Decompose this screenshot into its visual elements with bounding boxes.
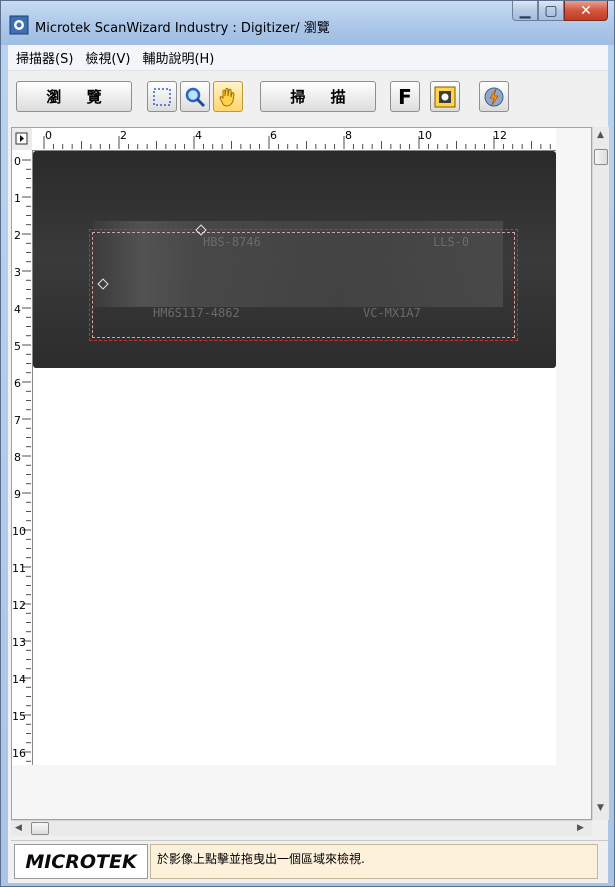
ruler-left-label: 5 (14, 340, 21, 353)
ruler-left-label: 3 (14, 266, 21, 279)
horizontal-ruler: 0 2 4 6 8 10 12 (32, 128, 561, 151)
ruler-top-label: 10 (418, 129, 432, 142)
window-title: Microtek ScanWizard Industry : Digitizer… (35, 21, 330, 36)
hand-tool-icon (219, 87, 235, 107)
hand-tool-button[interactable] (213, 81, 243, 112)
ruler-left-label: 13 (12, 636, 26, 649)
ruler-left-label: 6 (14, 377, 21, 390)
ruler-left-label: 8 (14, 451, 21, 464)
minimize-icon: ▁ (519, 2, 531, 19)
preview-area[interactable]: 0 2 4 6 8 10 12 0 1 2 3 4 5 6 7 8 9 10 1… (11, 127, 592, 820)
vertical-ruler: 0 1 2 3 4 5 6 7 8 9 10 11 12 13 14 15 16 (12, 150, 33, 771)
ruler-top-label: 0 (45, 129, 52, 142)
ruler-left-label: 15 (12, 710, 26, 723)
maximize-button[interactable]: ▢ (538, 1, 564, 21)
maximize-icon: ▢ (544, 2, 558, 19)
scroll-left-icon[interactable]: ◀ (15, 823, 22, 833)
horizontal-scrollbar[interactable]: ◀ ▶ (11, 820, 592, 836)
settings-button[interactable] (430, 81, 460, 112)
ruler-top-label: 4 (195, 129, 202, 142)
preview-label: 瀏 覽 (46, 88, 112, 106)
menu-bar: 掃描器(S) 檢視(V) 輔助說明(H) (8, 45, 608, 71)
ruler-left-label: 14 (12, 673, 26, 686)
ruler-corner[interactable] (12, 128, 32, 150)
f-label: F (398, 84, 412, 109)
minimize-button[interactable]: ▁ (512, 1, 538, 21)
horizontal-scroll-thumb[interactable] (31, 822, 49, 835)
ruler-left-label: 12 (12, 599, 26, 612)
ruler-left-label: 9 (14, 488, 21, 501)
ruler-top-label: 12 (493, 129, 507, 142)
app-window: Microtek ScanWizard Industry : Digitizer… (0, 0, 615, 887)
zoom-tool-button[interactable] (180, 81, 210, 112)
ruler-top-label: 2 (120, 129, 127, 142)
scroll-down-icon[interactable]: ▼ (597, 803, 604, 813)
microtek-logo: MICROTEK (14, 844, 148, 879)
menu-help[interactable]: 輔助說明(H) (142, 48, 214, 67)
status-bar: MICROTEK 於影像上點擊並拖曳出一個區域來檢視. (11, 840, 608, 881)
app-icon (9, 15, 29, 35)
ruler-left-label: 7 (14, 414, 21, 427)
close-icon: ✕ (580, 2, 592, 19)
ruler-top-label: 8 (345, 129, 352, 142)
scan-button[interactable]: 掃 描 (260, 81, 376, 112)
menu-view[interactable]: 檢視(V) (85, 48, 130, 67)
logo-text: MICROTEK (25, 850, 137, 873)
scroll-up-icon[interactable]: ▲ (597, 130, 604, 140)
scan-label: 掃 描 (290, 88, 356, 106)
title-bar[interactable]: Microtek ScanWizard Industry : Digitizer… (1, 1, 614, 45)
status-message: 於影像上點擊並拖曳出一個區域來檢視. (150, 844, 598, 879)
caption-buttons: ▁ ▢ ✕ (512, 1, 608, 23)
power-button[interactable] (479, 81, 509, 112)
settings-icon (434, 86, 456, 107)
f-button[interactable]: F (390, 81, 420, 112)
power-icon (484, 87, 504, 106)
horizontal-ruler-ticks (43, 136, 561, 149)
scanned-image[interactable]: HBS-8746 LLS-0 HM6S117-4862 VC-MX1A7 (33, 151, 556, 368)
ruler-left-label: 0 (14, 155, 21, 168)
ruler-left-label: 4 (14, 303, 21, 316)
ruler-left-label: 10 (12, 525, 26, 538)
menu-scanner[interactable]: 掃描器(S) (16, 48, 73, 67)
zoom-tool-icon (185, 87, 206, 107)
ruler-left-label: 16 (12, 747, 26, 760)
preview-button[interactable]: 瀏 覽 (16, 81, 132, 112)
ruler-left-label: 2 (14, 229, 21, 242)
close-button[interactable]: ✕ (564, 1, 608, 21)
vertical-scrollbar[interactable]: ▲ ▼ (592, 127, 609, 820)
ruler-left-label: 1 (14, 192, 21, 205)
scroll-right-icon[interactable]: ▶ (577, 823, 584, 833)
selection-tool-button[interactable] (147, 81, 177, 112)
ruler-unit-icon (15, 132, 28, 145)
ruler-top-label: 6 (270, 129, 277, 142)
selection-tool-icon (153, 87, 171, 106)
client-area: 掃描器(S) 檢視(V) 輔助說明(H) 瀏 覽 掃 描 F 0 2 4 6 8… (8, 45, 609, 883)
vertical-scroll-thumb[interactable] (594, 149, 608, 165)
toolbar: 瀏 覽 掃 描 F (8, 72, 608, 124)
selection-inner-border (92, 232, 515, 338)
ruler-left-label: 11 (12, 562, 26, 575)
